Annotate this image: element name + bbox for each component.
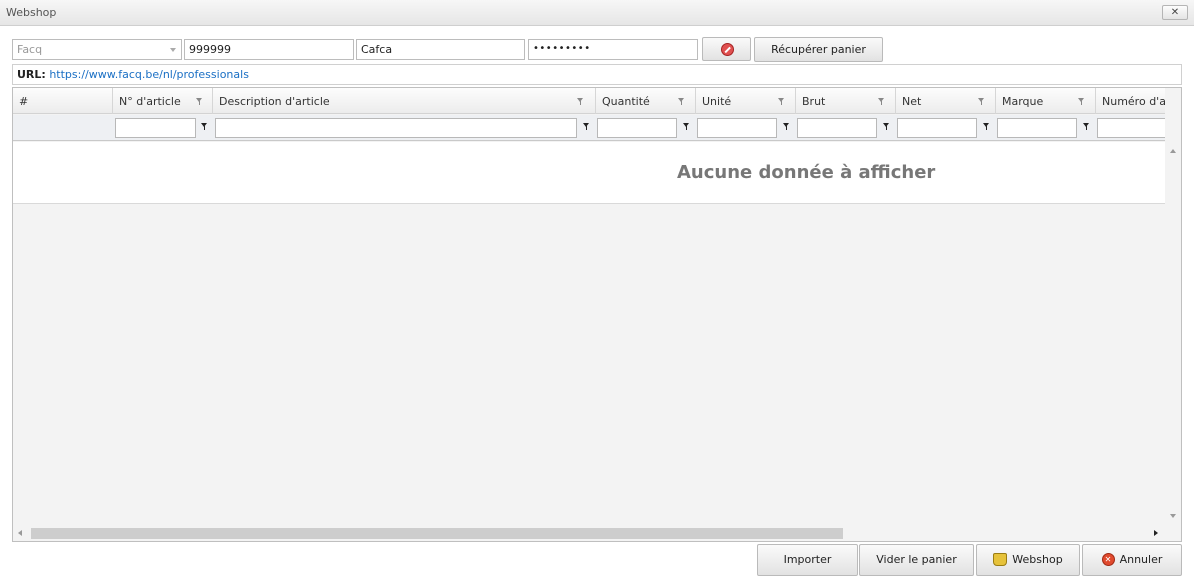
filter-icon[interactable] [983, 123, 990, 130]
fetch-cart-button[interactable]: Récupérer panier [754, 37, 883, 62]
cancel-button-label: Annuler [1119, 553, 1163, 566]
prohibited-icon [721, 43, 734, 56]
filter-input-brand[interactable] [997, 118, 1077, 138]
chevron-down-icon [170, 48, 176, 52]
filter-input-description[interactable] [215, 118, 577, 138]
horizontal-scrollbar[interactable] [13, 526, 1165, 541]
supplier-select[interactable]: Facq [12, 39, 182, 60]
import-button[interactable]: Importer [757, 544, 858, 576]
filter-icon[interactable] [201, 123, 208, 130]
filter-icon[interactable] [678, 98, 685, 105]
scroll-left-icon[interactable] [18, 530, 22, 536]
column-header-unit[interactable]: Unité [696, 88, 796, 114]
customer-number-field[interactable]: 999999 [184, 39, 354, 60]
scroll-up-icon[interactable] [1170, 149, 1176, 153]
close-button[interactable]: ✕ [1162, 5, 1188, 20]
cancel-icon [1101, 545, 1115, 575]
filter-input-unit[interactable] [697, 118, 777, 138]
column-label: N° d'article [119, 95, 181, 108]
filter-icon[interactable] [577, 98, 584, 105]
scroll-down-icon[interactable] [1170, 514, 1176, 518]
title-bar: Webshop ✕ [0, 0, 1194, 26]
filter-icon[interactable] [978, 98, 985, 105]
password-field[interactable]: ••••••••• [528, 39, 698, 60]
filter-input-article-no[interactable] [115, 118, 196, 138]
webshop-dialog: Webshop ✕ Facq 999999 Cafca ••••••••• Ré… [0, 0, 1194, 583]
column-header-article-no[interactable]: N° d'article [113, 88, 213, 114]
supplier-value: Facq [17, 43, 43, 56]
column-label: Description d'article [219, 95, 330, 108]
scroll-thumb[interactable] [31, 528, 843, 539]
webshop-button-label: Webshop [1012, 553, 1063, 566]
webshop-button[interactable]: Webshop [976, 544, 1080, 576]
url-label: URL: [17, 68, 46, 81]
cancel-button[interactable]: Annuler [1082, 544, 1182, 576]
filter-icon[interactable] [683, 123, 690, 130]
column-header-number[interactable]: Numéro d'a [1096, 88, 1165, 114]
grid-header: # N° d'article Description d'article Qua… [13, 88, 1165, 114]
filter-input-quantity[interactable] [597, 118, 677, 138]
filter-icon[interactable] [878, 98, 885, 105]
filter-input-gross[interactable] [797, 118, 877, 138]
scroll-right-icon[interactable] [1154, 530, 1158, 536]
vertical-scrollbar[interactable] [1165, 142, 1181, 526]
filter-row [13, 115, 1165, 141]
filter-icon[interactable] [778, 98, 785, 105]
clear-cart-button[interactable]: Vider le panier [859, 544, 974, 576]
column-label: Unité [702, 95, 732, 108]
column-label: # [19, 95, 29, 108]
clear-credentials-button[interactable] [702, 37, 751, 61]
column-header-quantity[interactable]: Quantité [596, 88, 696, 114]
filter-icon[interactable] [883, 123, 890, 130]
window-title: Webshop [6, 6, 57, 19]
column-header-brand[interactable]: Marque [996, 88, 1096, 114]
empty-state: Aucune donnée à afficher [13, 142, 1165, 204]
empty-message: Aucune donnée à afficher [677, 162, 936, 183]
column-label: Numéro d'a [1102, 95, 1165, 108]
shopping-bag-icon [993, 552, 1008, 566]
filter-input-net[interactable] [897, 118, 977, 138]
url-bar: URL: https://www.facq.be/nl/professional… [12, 64, 1182, 85]
column-header-net[interactable]: Net [896, 88, 996, 114]
column-header-row[interactable]: # [13, 88, 113, 114]
column-label: Quantité [602, 95, 650, 108]
filter-icon[interactable] [1083, 123, 1090, 130]
column-label: Net [902, 95, 922, 108]
column-label: Brut [802, 95, 826, 108]
filter-icon[interactable] [1078, 98, 1085, 105]
filter-icon[interactable] [583, 123, 590, 130]
column-label: Marque [1002, 95, 1044, 108]
column-header-gross[interactable]: Brut [796, 88, 896, 114]
url-link[interactable]: https://www.facq.be/nl/professionals [49, 68, 249, 81]
items-grid: # N° d'article Description d'article Qua… [12, 87, 1182, 542]
username-field[interactable]: Cafca [356, 39, 525, 60]
filter-icon[interactable] [196, 98, 203, 105]
column-header-description[interactable]: Description d'article [213, 88, 596, 114]
filter-input-number[interactable] [1097, 118, 1165, 138]
filter-icon[interactable] [783, 123, 790, 130]
